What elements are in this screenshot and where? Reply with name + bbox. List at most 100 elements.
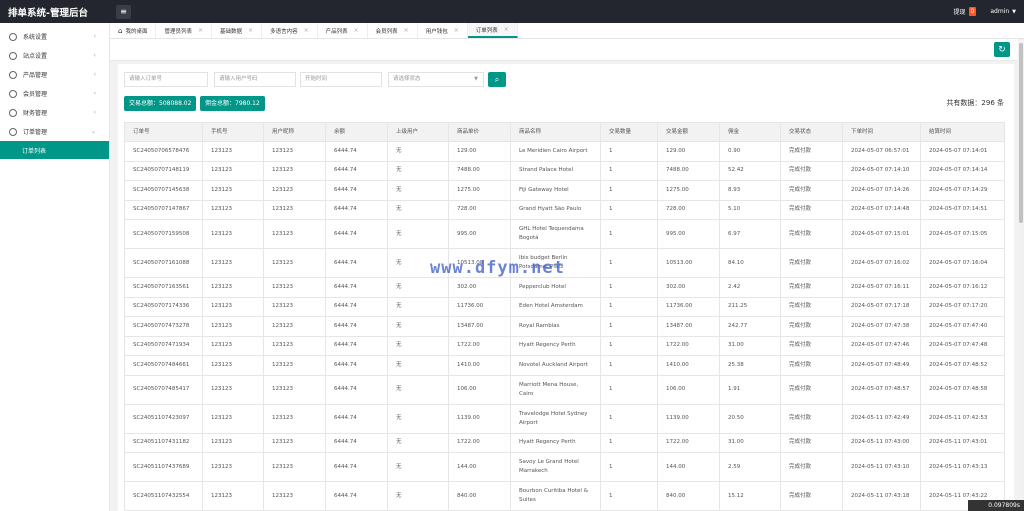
table-cell: 123123 xyxy=(202,374,264,405)
table-cell: Grand Hyatt São Paulo xyxy=(510,199,601,220)
caret-down-icon[interactable]: ▼ xyxy=(1012,9,1016,15)
table-cell: 完成付款 xyxy=(780,160,843,181)
column-header: 手机号 xyxy=(202,122,264,142)
table-cell: 无 xyxy=(387,141,449,162)
sidebar-subitem-order-list[interactable]: 订单列表 xyxy=(0,141,109,159)
table-cell: 完成付款 xyxy=(780,219,843,249)
table-cell: 6444.74 xyxy=(325,374,388,405)
status-select[interactable]: 请选择状态 ▼ xyxy=(388,72,484,87)
message-label[interactable]: 提现 xyxy=(953,7,965,16)
order-no-input[interactable]: 请输入订单号 xyxy=(124,72,208,87)
column-header: 交易金额 xyxy=(657,122,720,142)
table-cell: 完成付款 xyxy=(780,277,843,298)
tab-product-list[interactable]: 产品列表 × xyxy=(318,23,368,38)
table-cell: Hyatt Regency Perth xyxy=(510,432,601,453)
table-cell: 完成付款 xyxy=(780,316,843,337)
user-phone-input[interactable]: 请输入用户号码 xyxy=(214,72,296,87)
table-cell: 1139.00 xyxy=(657,403,720,434)
table-cell: 无 xyxy=(387,296,449,317)
table-cell: 123123 xyxy=(202,432,264,453)
table-cell: 144.00 xyxy=(448,452,511,482)
tab-base-data[interactable]: 基础数据 × xyxy=(212,23,263,38)
start-time-input[interactable]: 开始时间 xyxy=(300,72,382,87)
table-cell: 2024-05-07 07:14:26 xyxy=(842,180,921,201)
tab-label: 我的桌面 xyxy=(125,28,148,35)
table-cell: SC24050707473278 xyxy=(124,316,203,337)
tab-member-list[interactable]: 会员列表 × xyxy=(368,23,418,38)
table-cell: 15.12 xyxy=(719,481,781,511)
close-icon[interactable]: × xyxy=(504,26,509,33)
table-cell: 1 xyxy=(600,432,658,453)
table-cell: 2.59 xyxy=(719,452,781,482)
table-cell: 13487.00 xyxy=(657,316,720,337)
table-cell: 728.00 xyxy=(657,199,720,220)
close-icon[interactable]: × xyxy=(304,27,309,34)
table-cell: SC24050707485417 xyxy=(124,374,203,405)
sidebar-item-members[interactable]: 会员管理 ‹ xyxy=(0,84,109,103)
table-cell: SC24050707161088 xyxy=(124,248,203,278)
table-cell: Ibis budget Berlin Potsdamer Platz xyxy=(510,248,601,278)
close-icon[interactable]: × xyxy=(248,27,253,34)
table-cell: 2024-05-07 07:14:29 xyxy=(920,180,1005,201)
table-cell: 6444.74 xyxy=(325,160,388,181)
caret-down-icon: ▼ xyxy=(474,76,478,82)
tab-order-list[interactable]: 订单列表 × xyxy=(467,23,518,38)
table-cell: 无 xyxy=(387,335,449,356)
chevron-left-icon: ‹ xyxy=(93,52,96,59)
table-cell: 123123 xyxy=(202,452,264,482)
search-button[interactable]: ⌕ xyxy=(488,72,506,87)
table-cell: 8.93 xyxy=(719,180,781,201)
sidebar-item-orders[interactable]: 订单管理 ⌄ xyxy=(0,122,109,141)
close-icon[interactable]: × xyxy=(354,27,359,34)
tab-user-wallet[interactable]: 用户钱包 × xyxy=(418,23,468,38)
home-icon: ⌂ xyxy=(118,26,123,35)
tab-desktop[interactable]: ⌂ 我的桌面 xyxy=(110,23,157,38)
sidebar-item-finance[interactable]: 财务管理 ‹ xyxy=(0,103,109,122)
table-cell: 完成付款 xyxy=(780,141,843,162)
sidebar-item-site[interactable]: 站点设置 ‹ xyxy=(0,46,109,65)
menu-toggle-icon[interactable]: ≡ xyxy=(116,4,131,19)
close-icon[interactable]: × xyxy=(454,27,459,34)
table-cell: 123123 xyxy=(202,481,264,511)
table-cell: 840.00 xyxy=(448,481,511,511)
table-cell: 完成付款 xyxy=(780,355,843,376)
table-cell: 11736.00 xyxy=(657,296,720,317)
table-cell: 123123 xyxy=(202,141,264,162)
table-cell: SC24050707174336 xyxy=(124,296,203,317)
table-cell: 123123 xyxy=(263,452,326,482)
table-cell: 1.91 xyxy=(719,374,781,405)
table-cell: 2024-05-07 07:14:10 xyxy=(842,160,921,181)
page-scrollbar[interactable] xyxy=(1018,39,1024,500)
table-cell: 123123 xyxy=(263,432,326,453)
table-cell: 2024-05-07 07:47:38 xyxy=(842,316,921,337)
tab-admin-list[interactable]: 管理员列表 × xyxy=(156,23,213,38)
table-row: SC24051107423097 123123 123123 6444.74 无 1139… xyxy=(124,403,1005,434)
user-icon xyxy=(9,89,17,98)
table-cell: 6444.74 xyxy=(325,180,388,201)
table-cell: 2024-05-07 07:15:01 xyxy=(842,219,921,249)
user-menu[interactable]: admin xyxy=(990,8,1009,15)
table-cell: 123123 xyxy=(202,403,264,434)
table-cell: SC24050707484661 xyxy=(124,355,203,376)
table-row: SC24051107437689 123123 123123 6444.74 无 144.… xyxy=(124,452,1005,482)
table-cell: 2024-05-07 06:57:01 xyxy=(842,141,921,162)
table-cell: 11736.00 xyxy=(448,296,511,317)
sidebar-item-label: 产品管理 xyxy=(23,72,48,79)
table-cell: 完成付款 xyxy=(780,180,843,201)
tab-multilang[interactable]: 多语言内容 × xyxy=(262,23,318,38)
table-cell: 无 xyxy=(387,199,449,220)
close-icon[interactable]: × xyxy=(198,27,203,34)
sidebar-item-products[interactable]: 产品管理 ‹ xyxy=(0,65,109,84)
sidebar-item-label: 订单管理 xyxy=(23,129,48,136)
table-header-row: 订单号 手机号 用户昵称 余额 上级用户 商品单价 商品名称 交易数量 交易金额 佣金 交易状态 下单… xyxy=(124,122,1005,142)
refresh-button[interactable]: ↻ xyxy=(994,42,1010,57)
table-cell: 106.00 xyxy=(448,374,511,405)
table-cell: 123123 xyxy=(202,335,264,356)
table-cell: Novotel Auckland Airport xyxy=(510,355,601,376)
close-icon[interactable]: × xyxy=(404,27,409,34)
scroll-thumb[interactable] xyxy=(1019,43,1023,223)
table-cell: SC24050707159508 xyxy=(124,219,203,249)
table-cell: 1 xyxy=(600,296,658,317)
tab-label: 管理员列表 xyxy=(164,28,192,35)
sidebar-item-system[interactable]: 系统设置 ‹ xyxy=(0,27,109,46)
